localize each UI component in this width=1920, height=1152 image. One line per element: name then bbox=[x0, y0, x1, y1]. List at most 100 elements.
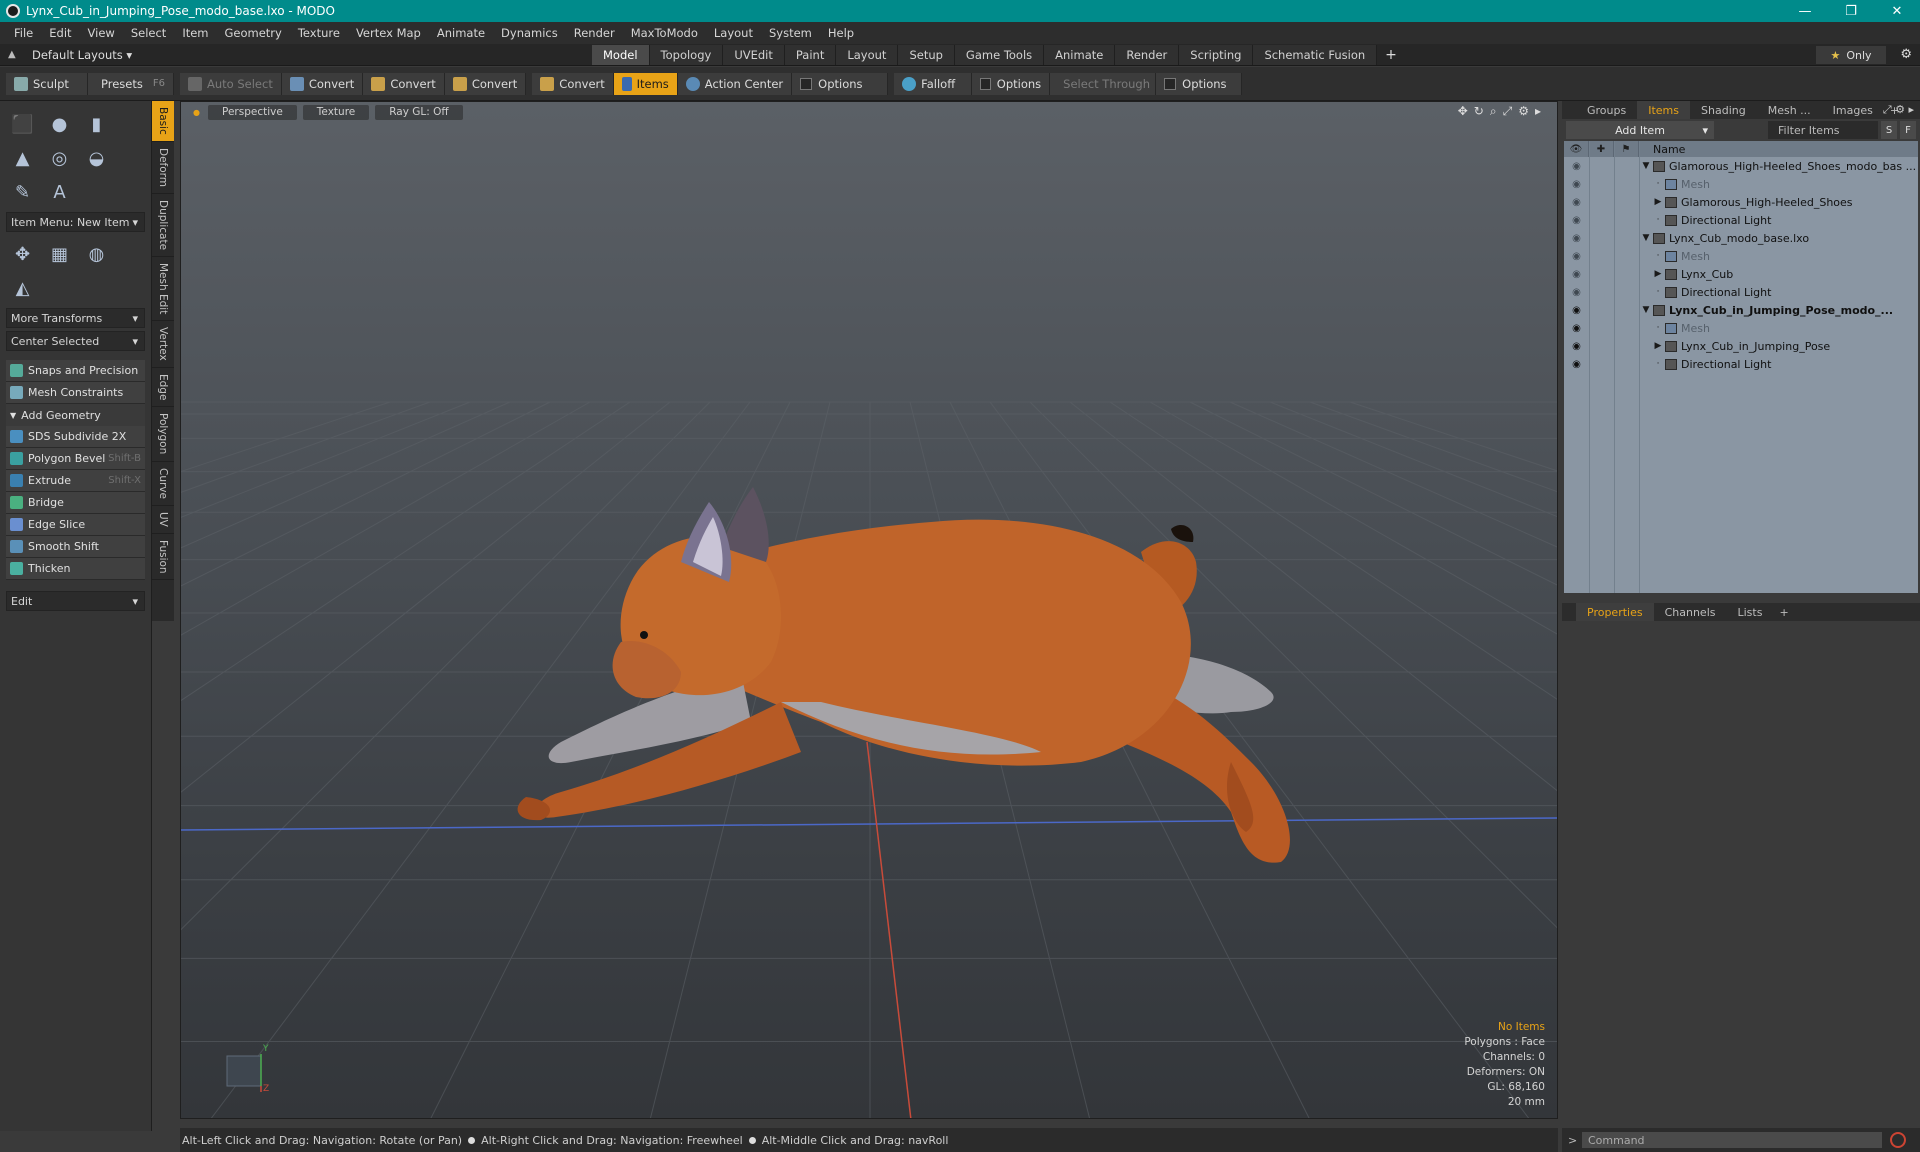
tool-sds-subdivide-2x[interactable]: SDS Subdivide 2X bbox=[6, 426, 145, 448]
menu-file[interactable]: File bbox=[6, 26, 41, 40]
vtab-polygon[interactable]: Polygon bbox=[152, 407, 174, 462]
panel-tab-channels[interactable]: Channels bbox=[1654, 603, 1727, 621]
visibility-eye-icon[interactable]: ◉ bbox=[1564, 355, 1589, 373]
panel-tab-properties[interactable]: Properties bbox=[1576, 603, 1654, 621]
add-layout-tab-button[interactable]: + bbox=[1377, 47, 1405, 63]
tab-paint[interactable]: Paint bbox=[784, 44, 837, 65]
menu-texture[interactable]: Texture bbox=[290, 26, 348, 40]
mesh-constraints-button[interactable]: Mesh Constraints bbox=[6, 382, 145, 404]
gear-icon[interactable]: ⚙ bbox=[1900, 47, 1912, 62]
grid-icon[interactable]: ▦ bbox=[41, 237, 78, 271]
options-checkbox[interactable] bbox=[1164, 77, 1177, 90]
select-through-button[interactable]: Select Through bbox=[1050, 72, 1157, 95]
select-through-options-button[interactable]: Options bbox=[1156, 72, 1243, 95]
rotate-icon[interactable]: ◍ bbox=[78, 237, 115, 271]
snaps-precision-button[interactable]: Snaps and Precision bbox=[6, 360, 145, 382]
raygl-toggle[interactable]: Ray GL: Off bbox=[375, 104, 463, 120]
move-icon[interactable]: ✥ bbox=[4, 237, 41, 271]
sphere-icon[interactable]: ● bbox=[41, 107, 78, 141]
vtab-edge[interactable]: Edge bbox=[152, 368, 174, 408]
vtab-curve[interactable]: Curve bbox=[152, 462, 174, 506]
menu-edit[interactable]: Edit bbox=[41, 26, 79, 40]
action-center-button[interactable]: Action Center bbox=[677, 72, 793, 95]
menu-system[interactable]: System bbox=[761, 26, 820, 40]
only-toggle-button[interactable]: ★ Only bbox=[1816, 46, 1886, 64]
render-column-icon[interactable]: ⚑ bbox=[1614, 141, 1639, 157]
expand-down-icon[interactable]: ▼ bbox=[1639, 305, 1653, 315]
items-mode-button[interactable]: Items bbox=[613, 72, 678, 95]
viewport-expand-icon[interactable]: ▸ bbox=[1535, 104, 1541, 119]
minimize-button[interactable]: — bbox=[1782, 0, 1828, 22]
menu-select[interactable]: Select bbox=[123, 26, 174, 40]
vtab-fusion[interactable]: Fusion bbox=[152, 534, 174, 581]
tab-schematic-fusion[interactable]: Schematic Fusion bbox=[1253, 44, 1378, 65]
tab-uvedit[interactable]: UVEdit bbox=[723, 44, 785, 65]
item-tree-row[interactable]: ◉ · Mesh bbox=[1564, 247, 1918, 265]
panel-tab-items[interactable]: Items bbox=[1637, 101, 1691, 119]
vtab-vertex[interactable]: Vertex bbox=[152, 321, 174, 368]
visibility-eye-icon[interactable]: ◉ bbox=[1564, 211, 1589, 229]
cone-icon[interactable]: ▲ bbox=[4, 141, 41, 175]
panel-tab-images[interactable]: Images bbox=[1822, 101, 1884, 119]
filter-items-input[interactable]: Filter Items bbox=[1768, 121, 1878, 139]
zoom-icon[interactable]: ⌕ bbox=[1490, 104, 1497, 119]
tab-layout[interactable]: Layout bbox=[836, 44, 899, 65]
menu-vertex-map[interactable]: Vertex Map bbox=[348, 26, 429, 40]
pen-icon[interactable]: ✎ bbox=[4, 175, 41, 209]
text-icon[interactable]: A bbox=[41, 175, 78, 209]
visibility-eye-icon[interactable]: ◉ bbox=[1564, 337, 1589, 355]
cube-icon[interactable]: ⬛ bbox=[4, 107, 41, 141]
3d-viewport[interactable]: ● Perspective Texture Ray GL: Off ✥ ↻ ⌕ … bbox=[180, 101, 1558, 1119]
visibility-eye-icon[interactable]: ◉ bbox=[1564, 301, 1589, 319]
item-tree-row[interactable]: ◉ ▶ Glamorous_High-Heeled_Shoes bbox=[1564, 193, 1918, 211]
visibility-eye-icon[interactable]: ◉ bbox=[1564, 265, 1589, 283]
scale-icon[interactable]: ◭ bbox=[4, 271, 41, 305]
action-center-options-button[interactable]: Options bbox=[792, 72, 889, 95]
menu-item[interactable]: Item bbox=[174, 26, 216, 40]
tab-render[interactable]: Render bbox=[1115, 44, 1180, 65]
visibility-eye-icon[interactable]: ◉ bbox=[1564, 247, 1589, 265]
visibility-eye-icon[interactable]: ◉ bbox=[1564, 175, 1589, 193]
convert-polygons-button[interactable]: Convert bbox=[444, 72, 527, 95]
lynx-cub-model[interactable] bbox=[517, 487, 1290, 863]
menu-layout[interactable]: Layout bbox=[706, 26, 761, 40]
expand-right-icon[interactable]: ▶ bbox=[1651, 197, 1665, 207]
tool-polygon-bevel[interactable]: Polygon Bevel Shift-B bbox=[6, 448, 145, 470]
edit-dropdown[interactable]: Edit ▾ bbox=[6, 591, 145, 611]
menu-dynamics[interactable]: Dynamics bbox=[493, 26, 566, 40]
tool-smooth-shift[interactable]: Smooth Shift bbox=[6, 536, 145, 558]
item-tree-row[interactable]: ◉ · Directional Light bbox=[1564, 355, 1918, 373]
fit-view-icon[interactable]: ⤢ bbox=[1503, 104, 1513, 119]
options-checkbox[interactable] bbox=[800, 77, 813, 90]
item-tree-row[interactable]: ◉ ▼ Glamorous_High-Heeled_Shoes_modo_bas .… bbox=[1564, 157, 1918, 175]
tab-scripting[interactable]: Scripting bbox=[1179, 44, 1254, 65]
f-filter-button[interactable]: F bbox=[1900, 121, 1916, 139]
auto-select-button[interactable]: Auto Select bbox=[180, 72, 282, 95]
expand-right-icon[interactable]: ▶ bbox=[1651, 269, 1665, 279]
item-tree-row[interactable]: ◉ ▶ Lynx_Cub bbox=[1564, 265, 1918, 283]
panel-tab-groups[interactable]: Groups bbox=[1576, 101, 1637, 119]
panel-tab-lists[interactable]: Lists bbox=[1727, 603, 1774, 621]
capsule-icon[interactable]: ◒ bbox=[78, 141, 115, 175]
menu-render[interactable]: Render bbox=[566, 26, 623, 40]
visibility-eye-icon[interactable]: ◉ bbox=[1564, 283, 1589, 301]
vtab-duplicate[interactable]: Duplicate bbox=[152, 194, 174, 257]
rotate-view-icon[interactable]: ↻ bbox=[1474, 104, 1484, 119]
item-tree-row[interactable]: ◉ ▼ Lynx_Cub_modo_base.lxo bbox=[1564, 229, 1918, 247]
panel-tab-mesh[interactable]: Mesh ... bbox=[1757, 101, 1822, 119]
vtab-basic[interactable]: Basic bbox=[152, 101, 174, 142]
cylinder-icon[interactable]: ▮ bbox=[78, 107, 115, 141]
expand-right-icon[interactable]: ▶ bbox=[1651, 341, 1665, 351]
vtab-mesh-edit[interactable]: Mesh Edit bbox=[152, 257, 174, 322]
maximize-button[interactable]: ❐ bbox=[1828, 0, 1874, 22]
torus-icon[interactable]: ◎ bbox=[41, 141, 78, 175]
tab-animate[interactable]: Animate bbox=[1044, 44, 1116, 65]
command-record-icon[interactable] bbox=[1890, 1132, 1906, 1148]
expand-down-icon[interactable]: ▼ bbox=[1639, 233, 1653, 243]
menu-animate[interactable]: Animate bbox=[429, 26, 493, 40]
options-checkbox[interactable] bbox=[980, 77, 991, 90]
vtab-uv[interactable]: UV bbox=[152, 506, 174, 534]
convert-edges-button[interactable]: Convert bbox=[363, 72, 445, 95]
viewport-gear-icon[interactable]: ⚙ bbox=[1518, 104, 1529, 119]
menu-geometry[interactable]: Geometry bbox=[217, 26, 290, 40]
